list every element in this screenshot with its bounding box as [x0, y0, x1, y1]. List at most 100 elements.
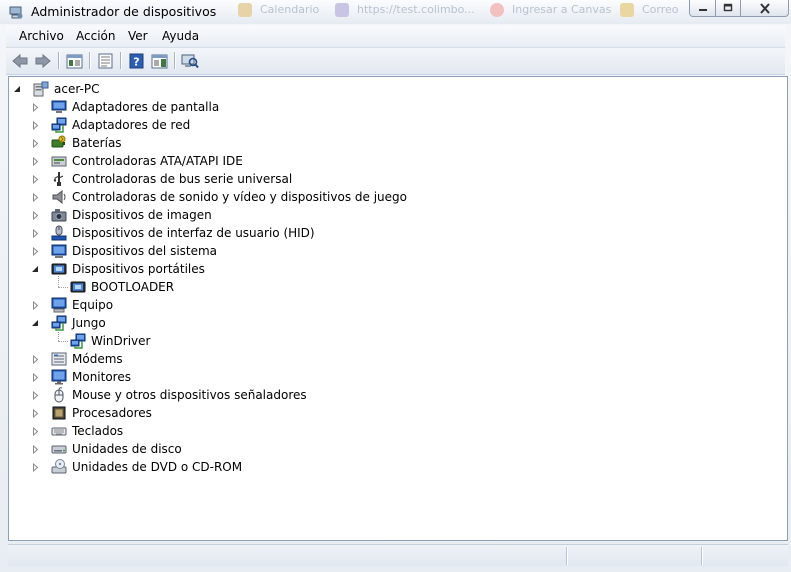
help-button[interactable]: ? [126, 51, 146, 71]
restore-icon [723, 3, 733, 12]
tree-node-modems[interactable]: Módems [51, 350, 123, 368]
keyboard-icon [51, 423, 67, 439]
menu-ver[interactable]: Ver [125, 29, 151, 43]
tree-node-monitores[interactable]: Monitores [51, 368, 131, 386]
battery-icon [51, 135, 67, 151]
menu-archivo[interactable]: Archivo [16, 29, 67, 43]
title-bar[interactable]: Administrador de dispositivos Calendario… [0, 0, 791, 24]
maximize-button[interactable] [715, 0, 741, 17]
computer-monitor-icon [51, 297, 67, 313]
tree-node-dispositivos-de-imagen[interactable]: Dispositivos de imagen [51, 206, 212, 224]
tree-node-baterias[interactable]: Baterías [51, 134, 122, 152]
computer-icon [33, 81, 49, 97]
tree-node-unidades-de-dvd-o-cd-rom[interactable]: Unidades de DVD o CD-ROM [51, 458, 242, 476]
expand-arrow-icon[interactable] [31, 157, 40, 166]
tree-node-acer-pc[interactable]: acer-PC [33, 80, 99, 98]
tree-node-adaptadores-de-pantalla[interactable]: Adaptadores de pantalla [51, 98, 219, 116]
tree-node-label: Dispositivos de imagen [72, 208, 212, 222]
tree-node-dispositivos-portatiles[interactable]: Dispositivos portátiles [51, 260, 205, 278]
tree-node-dispositivos-del-sistema[interactable]: Dispositivos del sistema [51, 242, 217, 260]
tree-connector-line [58, 276, 59, 287]
ide-controller-icon [51, 153, 67, 169]
toolbar-separator [58, 52, 60, 69]
tree-node-windriver[interactable]: WinDriver [70, 332, 150, 350]
show-hide-console-tree-button[interactable] [64, 51, 84, 71]
close-button[interactable] [740, 0, 789, 17]
tree-node-adaptadores-de-red[interactable]: Adaptadores de red [51, 116, 190, 134]
menu-accion[interactable]: Acción [73, 29, 118, 43]
back-button[interactable] [10, 51, 30, 71]
tree-node-label: WinDriver [91, 334, 151, 348]
scan-hardware-changes-button[interactable] [180, 51, 200, 71]
network-adapter-icon [51, 315, 67, 331]
help-icon: ? [129, 53, 143, 69]
toolbar-separator [120, 52, 122, 69]
expand-arrow-icon[interactable] [31, 139, 40, 148]
device-tree[interactable]: acer-PC Adaptadores de pantalla Adaptadore… [8, 76, 788, 541]
expand-arrow-icon[interactable] [31, 247, 40, 256]
system-device-icon [51, 243, 67, 259]
tree-node-label: BOOTLOADER [91, 280, 175, 294]
window-title: Administrador de dispositivos [31, 4, 217, 19]
expand-arrow-icon[interactable] [31, 463, 40, 472]
menu-ayuda[interactable]: Ayuda [159, 29, 202, 43]
status-bar [8, 544, 788, 566]
status-bar-divider [566, 547, 568, 565]
tree-node-label: Controladoras de sonido y vídeo y dispos… [72, 190, 407, 204]
tree-node-label: Monitores [72, 370, 131, 384]
collapse-arrow-icon[interactable] [31, 319, 40, 328]
tree-node-label: Jungo [72, 316, 106, 330]
tree-node-procesadores[interactable]: Procesadores [51, 404, 152, 422]
expand-arrow-icon[interactable] [31, 391, 40, 400]
expand-arrow-icon[interactable] [31, 373, 40, 382]
network-adapter-icon [70, 333, 86, 349]
tree-node-label: Teclados [72, 424, 124, 438]
expand-arrow-icon[interactable] [31, 211, 40, 220]
expand-arrow-icon[interactable] [31, 229, 40, 238]
forward-button[interactable] [33, 51, 53, 71]
tree-node-equipo[interactable]: Equipo [51, 296, 113, 314]
toolbar: ? [6, 48, 785, 75]
tree-node-dispositivos-de-interfaz-de-usuario-hid[interactable]: Dispositivos de interfaz de usuario (HID… [51, 224, 315, 242]
hid-icon [51, 225, 67, 241]
expand-arrow-icon[interactable] [31, 409, 40, 418]
tree-node-bootloader[interactable]: BOOTLOADER [70, 278, 174, 296]
device-manager-window: Administrador de dispositivos Calendario… [0, 0, 791, 572]
expand-arrow-icon[interactable] [31, 427, 40, 436]
tree-node-controladoras-de-bus-serie-universal[interactable]: Controladoras de bus serie universal [51, 170, 292, 188]
expand-arrow-icon[interactable] [31, 445, 40, 454]
tree-node-label: Módems [72, 352, 123, 366]
tree-node-controladoras-de-sonido-y-video-y-dispositivos-de-juego[interactable]: Controladoras de sonido y vídeo y dispos… [51, 188, 407, 206]
tree-node-label: Controladoras ATA/ATAPI IDE [72, 154, 243, 168]
expand-arrow-icon[interactable] [31, 355, 40, 364]
tree-node-jungo[interactable]: Jungo [51, 314, 106, 332]
background-tab: Ingresar a Canvas [490, 3, 611, 17]
tree-node-label: Adaptadores de pantalla [72, 100, 220, 114]
tree-node-controladoras-ata-atapi-ide[interactable]: Controladoras ATA/ATAPI IDE [51, 152, 243, 170]
expand-arrow-icon[interactable] [31, 103, 40, 112]
collapse-arrow-icon[interactable] [31, 265, 40, 274]
action-pane-button[interactable] [149, 51, 169, 71]
background-tab: https://test.colimbo... [335, 3, 475, 17]
tree-node-label: Dispositivos del sistema [72, 244, 218, 258]
expand-arrow-icon[interactable] [31, 193, 40, 202]
minimize-icon [698, 9, 707, 11]
background-tab: Correo [620, 3, 679, 17]
tree-node-teclados[interactable]: Teclados [51, 422, 123, 440]
properties-button[interactable] [95, 51, 115, 71]
tree-node-label: Baterías [72, 136, 122, 150]
monitor-icon [51, 369, 67, 385]
toolbar-separator [89, 52, 91, 69]
expand-arrow-icon[interactable] [31, 121, 40, 130]
minimize-button[interactable] [689, 0, 716, 17]
tree-connector-line [58, 330, 59, 341]
tree-node-mouse-y-otros-dispositivos-senaladores[interactable]: Mouse y otros dispositivos señaladores [51, 386, 307, 404]
collapse-arrow-icon[interactable] [13, 85, 22, 94]
tree-node-unidades-de-disco[interactable]: Unidades de disco [51, 440, 182, 458]
camera-icon [51, 207, 67, 223]
device-manager-app-icon [8, 4, 24, 20]
expand-arrow-icon[interactable] [31, 301, 40, 310]
expand-arrow-icon[interactable] [31, 175, 40, 184]
tree-node-label: Dispositivos de interfaz de usuario (HID… [72, 226, 315, 240]
tree-node-label: Procesadores [72, 406, 152, 420]
